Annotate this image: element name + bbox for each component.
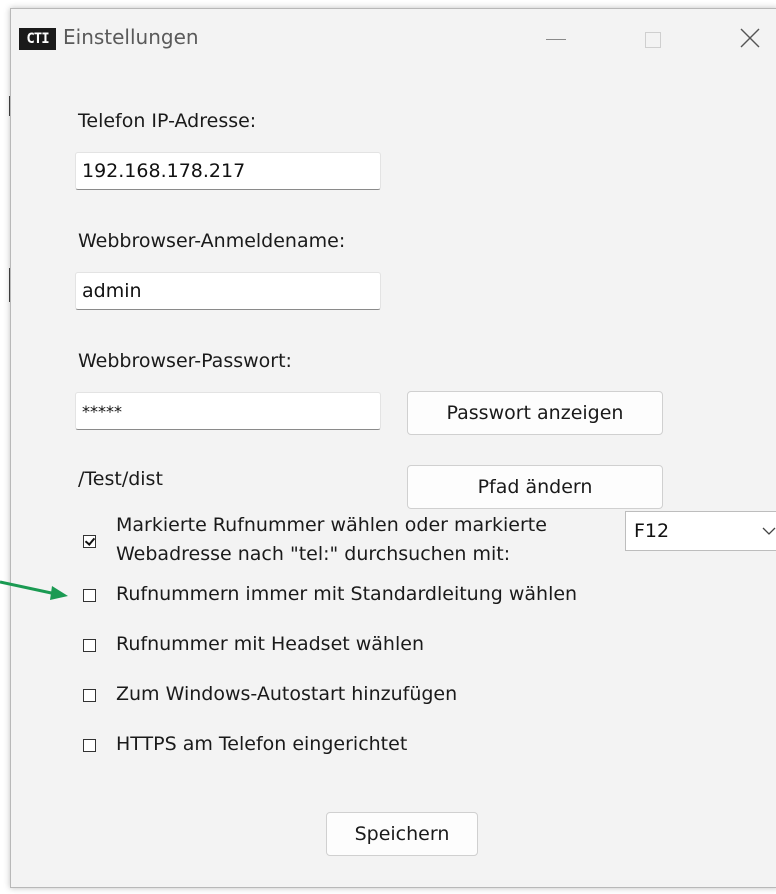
chevron-down-icon <box>762 527 776 535</box>
password-input[interactable] <box>75 392 381 430</box>
title-bar[interactable]: CTI Einstellungen <box>11 9 776 59</box>
minimize-button[interactable] <box>531 17 581 59</box>
headset-checkbox[interactable] <box>83 639 96 652</box>
mark-dial-label-line2: Webadresse nach "tel:" durchsuchen mit: <box>116 543 511 565</box>
close-button[interactable] <box>725 17 775 59</box>
mark-dial-label-line1: Markierte Rufnummer wählen oder markiert… <box>116 514 547 536</box>
path-text: /Test/dist <box>78 468 163 490</box>
https-label: HTTPS am Telefon eingerichtet <box>116 733 408 755</box>
standard-line-label: Rufnummern immer mit Standardleitung wäh… <box>116 583 578 605</box>
ip-address-input[interactable] <box>75 152 381 190</box>
maximize-button[interactable] <box>629 17 679 59</box>
https-checkbox[interactable] <box>83 739 96 752</box>
standard-line-checkbox[interactable] <box>83 589 96 602</box>
save-button[interactable]: Speichern <box>326 812 478 856</box>
mark-dial-checkbox[interactable] <box>83 535 96 548</box>
password-label: Webbrowser-Passwort: <box>78 350 292 372</box>
annotation-arrow-icon <box>0 580 68 600</box>
username-label: Webbrowser-Anmeldename: <box>78 230 346 252</box>
headset-label: Rufnummer mit Headset wählen <box>116 633 424 655</box>
autostart-label: Zum Windows-Autostart hinzufügen <box>116 683 458 705</box>
window-title: Einstellungen <box>63 25 199 49</box>
change-path-button[interactable]: Pfad ändern <box>407 465 663 509</box>
settings-dialog: CTI Einstellungen Telefon IP-Adresse: We… <box>10 8 776 888</box>
autostart-checkbox[interactable] <box>83 689 96 702</box>
close-icon <box>740 28 760 48</box>
show-password-button[interactable]: Passwort anzeigen <box>407 391 663 435</box>
username-input[interactable] <box>75 272 381 310</box>
hotkey-select-value: F12 <box>634 520 670 542</box>
app-icon: CTI <box>19 28 56 50</box>
hotkey-select[interactable]: F12 <box>625 511 776 551</box>
ip-address-label: Telefon IP-Adresse: <box>78 110 257 132</box>
